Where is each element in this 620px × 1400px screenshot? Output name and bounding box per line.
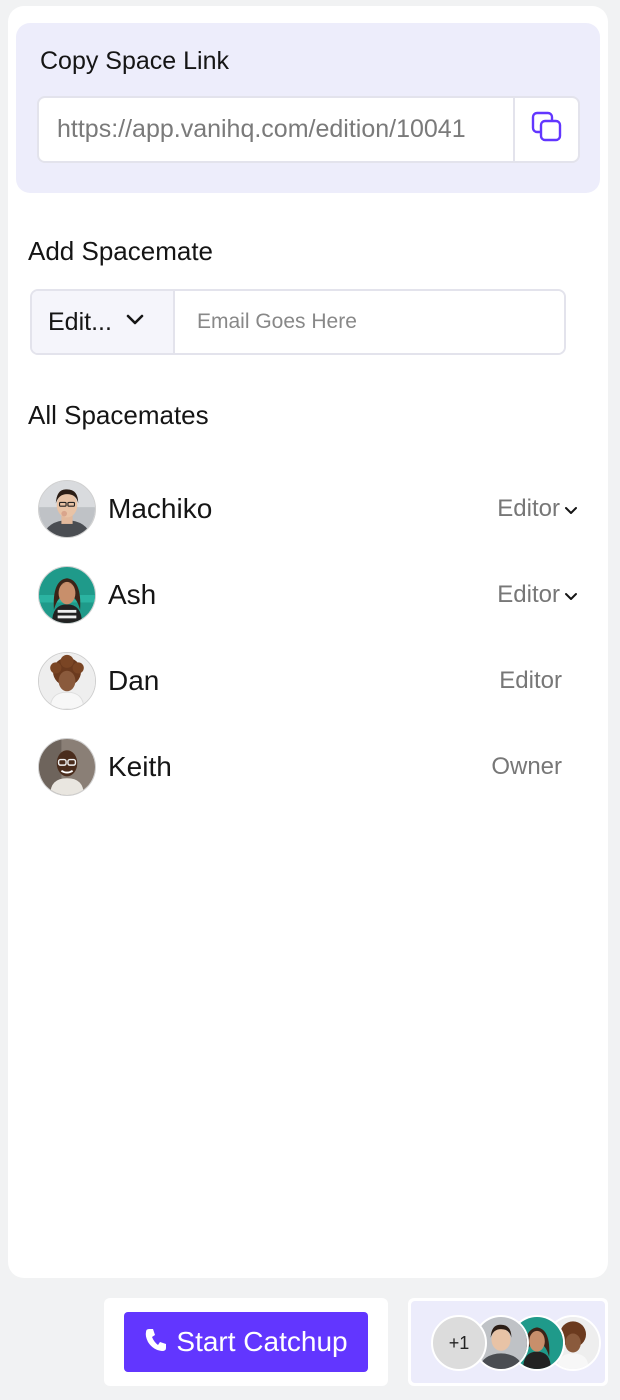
spacemate-name: Dan: [108, 665, 160, 696]
copy-icon: [530, 110, 564, 149]
spacemate-role-dropdown[interactable]: Editor: [497, 495, 578, 523]
chevron-down-icon: [564, 495, 578, 523]
spacemate-name: Keith: [108, 751, 172, 782]
email-input[interactable]: [175, 291, 564, 353]
spacemate-list: Machiko Editor Ash Editor Dan Editor Kei…: [38, 466, 578, 810]
spacemate-row: Dan Editor: [38, 638, 578, 724]
participants-stack[interactable]: +1: [408, 1298, 608, 1386]
avatar: [38, 566, 96, 624]
spacemate-name: Machiko: [108, 493, 213, 524]
spacemate-row: Keith Owner: [38, 724, 578, 810]
spacemate-name: Ash: [108, 579, 157, 610]
spacemate-row: Ash Editor: [38, 552, 578, 638]
participants-avatars: +1: [411, 1301, 605, 1383]
avatar: [38, 738, 96, 796]
role-select-value: Edit...: [48, 307, 112, 336]
spacemate-role: Editor: [497, 495, 560, 522]
start-catchup-label: Start Catchup: [176, 1326, 348, 1357]
extra-participants-count: +1: [431, 1315, 487, 1371]
avatar: [38, 652, 96, 710]
avatar: [38, 480, 96, 538]
all-spacemates-title: All Spacemates: [28, 400, 209, 430]
add-spacemate-row: Edit...: [30, 289, 566, 355]
space-link-field[interactable]: https://app.vanihq.com/edition/10041: [37, 96, 580, 163]
add-spacemate-title: Add Spacemate: [28, 236, 214, 266]
copy-link-button[interactable]: [513, 98, 578, 161]
role-select[interactable]: Edit...: [32, 291, 175, 353]
spacemate-role-dropdown[interactable]: Editor: [497, 581, 578, 609]
chevron-down-icon: [126, 313, 144, 331]
spacemate-role: Owner: [491, 753, 562, 780]
chevron-down-icon: [564, 581, 578, 609]
share-panel: Copy Space Link https://app.vanihq.com/e…: [8, 6, 608, 1278]
spacemate-row: Machiko Editor: [38, 466, 578, 552]
phone-icon: [144, 1327, 168, 1358]
spacemate-role: Editor: [497, 581, 560, 608]
space-link-url[interactable]: https://app.vanihq.com/edition/10041: [39, 115, 513, 144]
copy-link-title: Copy Space Link: [40, 47, 230, 75]
start-catchup-button[interactable]: Start Catchup: [124, 1312, 368, 1372]
copy-link-section: Copy Space Link https://app.vanihq.com/e…: [16, 23, 600, 193]
catchup-container: Start Catchup: [104, 1298, 388, 1386]
spacemate-role: Editor: [499, 667, 562, 694]
